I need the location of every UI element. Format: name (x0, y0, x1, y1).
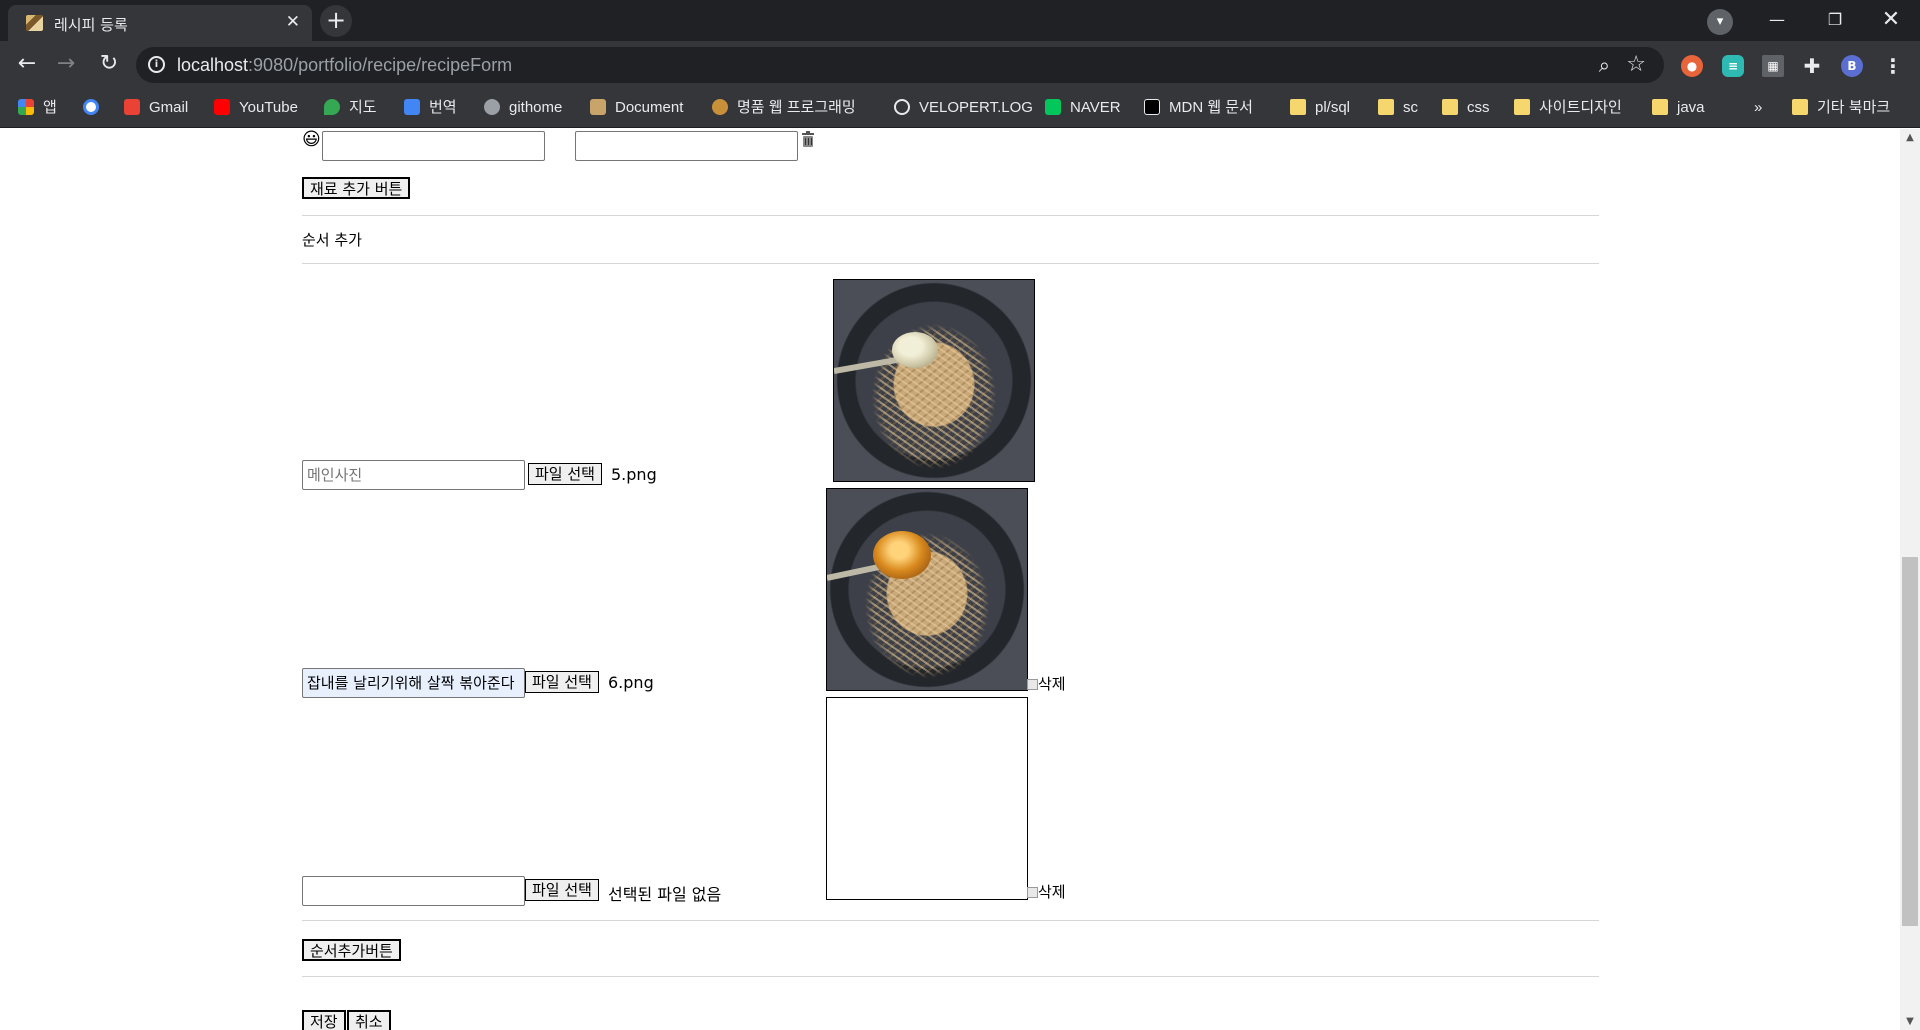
folder-icon (1378, 99, 1394, 115)
apps-grid-icon (18, 99, 34, 115)
step-section-label: 순서 추가 (302, 231, 362, 249)
profile-avatar[interactable]: B (1841, 55, 1863, 77)
bookmark-maps[interactable]: 지도 (324, 93, 377, 123)
tab-search-icon[interactable]: ▾ (1707, 9, 1733, 35)
add-step-button[interactable]: 순서추가버튼 (302, 939, 401, 961)
document-icon (590, 99, 606, 115)
bookmark-githome[interactable]: githome (484, 93, 562, 123)
bookmark-folder-css[interactable]: css (1442, 93, 1490, 123)
bookmark-youtube[interactable]: YouTube (214, 93, 298, 123)
step-3-description-input[interactable] (302, 876, 525, 906)
back-arrow-icon[interactable]: ← (14, 52, 40, 78)
bookmark-star-icon[interactable]: ☆ (1626, 52, 1646, 77)
tab-title: 레시피 등록 (54, 16, 128, 34)
cancel-button[interactable]: 취소 (347, 1010, 391, 1030)
bookmark-web-programming[interactable]: 명품 웹 프로그래밍 (712, 93, 856, 123)
divider (302, 263, 1599, 264)
bookmark-translate[interactable]: 번역 (404, 93, 457, 123)
reload-icon[interactable]: ↻ (96, 52, 122, 78)
maps-pin-icon (324, 99, 340, 115)
translate-icon (404, 99, 420, 115)
step-2-delete-checkbox[interactable] (1027, 679, 1038, 690)
extension-teal-icon[interactable]: ≡ (1722, 55, 1744, 77)
restore-icon[interactable]: ❐ (1812, 6, 1858, 36)
folder-icon (1652, 99, 1668, 115)
bookmark-folder-java[interactable]: java (1652, 93, 1705, 123)
step-2-photo (826, 488, 1028, 691)
bookmark-apps[interactable]: 앱 (18, 93, 57, 123)
bookmark-mdn[interactable]: MDN 웹 문서 (1144, 93, 1253, 123)
menu-kebab-icon[interactable]: ⋮ (1882, 55, 1904, 77)
scroll-down-arrow-icon[interactable]: ▼ (1900, 1013, 1920, 1030)
address-bar[interactable]: i localhost:9080/portfolio/recipe/recipe… (136, 47, 1664, 83)
divider (302, 920, 1599, 921)
step-1-file-name: 5.png (611, 465, 657, 484)
step-2-description-input[interactable]: 잡내를 날리기위해 살짝 볶아준다 (302, 668, 525, 698)
ingredient-amount-input[interactable] (575, 131, 798, 161)
minimize-icon[interactable]: — (1754, 6, 1800, 36)
add-ingredient-button[interactable]: 재료 추가 버튼 (302, 177, 411, 199)
trash-icon[interactable] (801, 131, 815, 147)
active-tab[interactable]: 레시피 등록 ✕ (8, 5, 312, 41)
more-bookmarks-chevron[interactable]: » (1754, 93, 1762, 123)
velopert-icon (894, 99, 910, 115)
step-1-file-button[interactable]: 파일 선택 (528, 463, 602, 485)
divider (302, 976, 1599, 977)
youtube-icon (214, 99, 230, 115)
bookmark-folder-sc[interactable]: sc (1378, 93, 1418, 123)
scroll-up-arrow-icon[interactable]: ▲ (1900, 129, 1920, 146)
step-2-file-button[interactable]: 파일 선택 (525, 671, 599, 693)
tab-favicon-icon (26, 15, 43, 31)
browser-toolbar: ← → ↻ i localhost:9080/portfolio/recipe/… (0, 41, 1920, 88)
bookmark-folder-plsql[interactable]: pl/sql (1290, 93, 1350, 123)
other-bookmarks-folder[interactable]: 기타 북마크 (1792, 93, 1890, 123)
gmail-icon (124, 99, 140, 115)
ingredient-name-input[interactable] (322, 131, 545, 161)
extensions-puzzle-icon[interactable]: ✚ (1801, 55, 1823, 77)
folder-icon (1290, 99, 1306, 115)
folder-icon (1792, 99, 1808, 115)
save-button[interactable]: 저장 (302, 1010, 346, 1030)
bookmark-naver[interactable]: NAVER (1045, 93, 1121, 123)
scrollbar-thumb[interactable] (1902, 557, 1918, 926)
bookmark-gmail[interactable]: Gmail (124, 93, 188, 123)
google-icon (83, 99, 99, 115)
step-2-file-name: 6.png (608, 673, 654, 692)
tab-strip: 레시피 등록 ✕ + ▾ — ❐ ✕ (0, 0, 1920, 41)
site-icon (712, 99, 728, 115)
bookmark-document[interactable]: Document (590, 93, 683, 123)
step-3-photo-placeholder (826, 697, 1028, 900)
divider (302, 215, 1599, 216)
zoom-icon[interactable]: ⌕ (1599, 53, 1610, 77)
site-info-icon[interactable]: i (148, 56, 165, 73)
window-close-icon[interactable]: ✕ (1868, 6, 1914, 36)
step-3-file-name: 선택된 파일 없음 (608, 885, 722, 904)
mdn-icon (1144, 99, 1160, 115)
url-text[interactable]: localhost:9080/portfolio/recipe/recipeFo… (177, 55, 512, 76)
bookmarks-bar: 앱 Gmail YouTube 지도 번역 githome Document 명… (0, 88, 1920, 128)
smiley-icon: 😃 (302, 129, 321, 150)
folder-icon (1442, 99, 1458, 115)
step-3-delete-label[interactable]: 삭제 (1038, 881, 1066, 902)
globe-icon (484, 99, 500, 115)
bookmark-google[interactable] (83, 93, 108, 123)
extension-qr-icon[interactable]: ▦ (1762, 55, 1784, 77)
page-content: 😃 재료 추가 버튼 순서 추가 메인사진 파일 선택 5.png 잡내를 날리… (0, 129, 1900, 1030)
forward-arrow-icon[interactable]: → (53, 52, 79, 78)
step-1-photo (833, 279, 1035, 482)
bookmark-folder-site-design[interactable]: 사이트디자인 (1514, 93, 1622, 123)
step-1-description-input[interactable]: 메인사진 (302, 460, 525, 490)
step-2-delete-label[interactable]: 삭제 (1038, 673, 1066, 694)
step-3-delete-checkbox[interactable] (1027, 887, 1038, 898)
new-tab-button[interactable]: + (320, 5, 352, 37)
extension-orange-icon[interactable]: ● (1681, 55, 1703, 77)
close-tab-icon[interactable]: ✕ (286, 12, 300, 32)
vertical-scrollbar[interactable]: ▲ ▼ (1900, 129, 1920, 1030)
folder-icon (1514, 99, 1530, 115)
step-3-file-button[interactable]: 파일 선택 (525, 879, 599, 901)
naver-icon (1045, 99, 1061, 115)
bookmark-velopert[interactable]: VELOPERT.LOG (894, 93, 1033, 123)
